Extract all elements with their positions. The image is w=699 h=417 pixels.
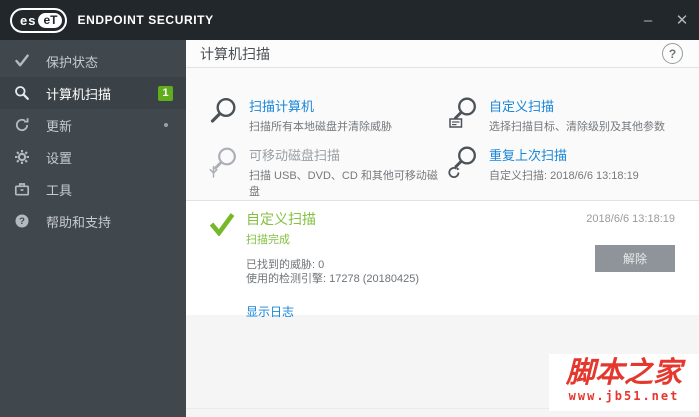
help-icon: ? bbox=[14, 213, 32, 229]
watermark-site-url: www.jb51.net bbox=[568, 389, 680, 403]
eset-logo-text-right: eT bbox=[38, 12, 63, 28]
refresh-icon bbox=[14, 117, 32, 133]
option-subtitle: 自定义扫描: 2018/6/6 13:18:19 bbox=[489, 169, 639, 182]
sidebar: 保护状态 计算机扫描 1 更新 设置 工具 ? 帮助和支持 bbox=[0, 40, 186, 417]
update-notification-dot bbox=[164, 123, 168, 127]
option-title-link[interactable]: 扫描计算机 bbox=[249, 96, 392, 115]
check-icon bbox=[14, 53, 32, 69]
eset-logo-text-left: es bbox=[20, 12, 37, 28]
show-log-link[interactable]: 显示日志 bbox=[246, 303, 294, 320]
minimize-button[interactable]: – bbox=[631, 12, 665, 29]
sidebar-item-help-support[interactable]: ? 帮助和支持 bbox=[0, 205, 186, 237]
titlebar: es eT ENDPOINT SECURITY – ✕ bbox=[0, 0, 699, 40]
option-scan-computer[interactable]: 扫描计算机 扫描所有本地磁盘并清除威胁 bbox=[208, 96, 448, 136]
main-content: 计算机扫描 ? 扫描计算机 扫描所有本地磁盘并清除威胁 自定义扫描 选择扫描目标… bbox=[186, 40, 699, 417]
option-subtitle: 扫描所有本地磁盘并清除威胁 bbox=[249, 121, 392, 133]
option-subtitle: 扫描 USB、DVD、CD 和其他可移动磁盘 bbox=[249, 169, 438, 198]
svg-text:?: ? bbox=[19, 216, 25, 227]
magnifier-list-icon bbox=[448, 96, 482, 130]
search-icon bbox=[14, 85, 32, 101]
page-title: 计算机扫描 bbox=[200, 45, 270, 62]
success-check-icon bbox=[209, 212, 235, 241]
dismiss-button[interactable]: 解除 bbox=[595, 245, 675, 272]
page-header: 计算机扫描 ? bbox=[186, 40, 699, 68]
window-controls: – ✕ bbox=[631, 0, 699, 40]
sidebar-item-protection-status[interactable]: 保护状态 bbox=[0, 45, 186, 77]
sidebar-item-label: 设置 bbox=[46, 150, 73, 166]
watermark: 脚本之家 www.jb51.net bbox=[549, 354, 699, 411]
option-title-link[interactable]: 重复上次扫描 bbox=[489, 145, 639, 164]
briefcase-icon bbox=[14, 181, 32, 197]
option-title-link: 可移动磁盘扫描 bbox=[249, 147, 341, 163]
scan-timestamp: 2018/6/6 13:18:19 bbox=[586, 213, 675, 225]
option-removable-media-scan[interactable]: 可移动磁盘扫描 扫描 USB、DVD、CD 和其他可移动磁盘 bbox=[208, 145, 448, 201]
magnifier-icon bbox=[208, 96, 242, 130]
sidebar-item-label: 更新 bbox=[46, 118, 73, 134]
sidebar-item-label: 帮助和支持 bbox=[46, 214, 112, 230]
sidebar-item-setup[interactable]: 设置 bbox=[0, 141, 186, 173]
option-custom-scan[interactable]: 自定义扫描 选择扫描目标、清除级别及其他参数 bbox=[448, 96, 699, 136]
sidebar-item-label: 工具 bbox=[46, 182, 73, 198]
scan-options: 扫描计算机 扫描所有本地磁盘并清除威胁 自定义扫描 选择扫描目标、清除级别及其他… bbox=[186, 68, 699, 201]
sidebar-item-update[interactable]: 更新 bbox=[0, 109, 186, 141]
magnifier-usb-icon bbox=[208, 145, 242, 179]
sidebar-item-tools[interactable]: 工具 bbox=[0, 173, 186, 205]
scan-count-badge: 1 bbox=[158, 85, 173, 101]
close-button[interactable]: ✕ bbox=[665, 11, 699, 29]
scan-result-panel: 自定义扫描 扫描完成 已找到的威胁: 0 使用的检测引擎: 17278 (201… bbox=[186, 201, 699, 319]
sidebar-item-computer-scan[interactable]: 计算机扫描 1 bbox=[0, 77, 186, 109]
page-help-icon[interactable]: ? bbox=[662, 43, 683, 64]
option-repeat-last-scan[interactable]: 重复上次扫描 自定义扫描: 2018/6/6 13:18:19 bbox=[448, 145, 699, 201]
sidebar-item-label: 计算机扫描 bbox=[46, 86, 112, 102]
magnifier-repeat-icon bbox=[448, 145, 482, 179]
sidebar-item-label: 保护状态 bbox=[46, 54, 99, 70]
option-title-link[interactable]: 自定义扫描 bbox=[489, 96, 665, 115]
product-name: ENDPOINT SECURITY bbox=[77, 13, 214, 27]
option-subtitle: 选择扫描目标、清除级别及其他参数 bbox=[489, 121, 665, 133]
gear-icon bbox=[14, 149, 32, 165]
watermark-site-name: 脚本之家 bbox=[565, 355, 682, 389]
eset-logo: es eT bbox=[10, 7, 68, 33]
detection-engine: 使用的检测引擎: 17278 (20180425) bbox=[246, 273, 420, 285]
